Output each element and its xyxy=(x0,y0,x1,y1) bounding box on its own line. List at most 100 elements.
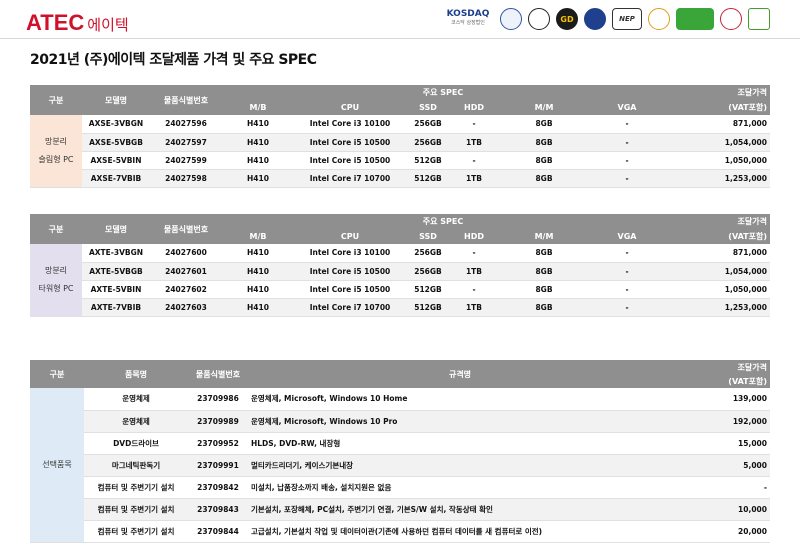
col-price-bottom: (VAT포함) xyxy=(664,229,770,244)
col-id: 물품식별번호 xyxy=(150,214,222,244)
price-cell: 1,054,000 xyxy=(664,133,770,152)
mm-cell: 8GB xyxy=(498,115,590,134)
gd-mark-icon: GD xyxy=(556,8,578,30)
group-label: 선택품목 xyxy=(30,388,84,543)
id-cell: 23709989 xyxy=(188,410,248,433)
vga-cell: - xyxy=(590,115,664,134)
spec-cell: 멀티카드리더기, 케이스기본내장 xyxy=(248,454,672,477)
page-title: 2021년 (주)에이텍 조달제품 가격 및 주요 SPEC xyxy=(30,52,317,68)
spec-cell: 기본설치, 포장해체, PC설치, 주변기기 연결, 기본S/W 설치, 작동상… xyxy=(248,498,672,521)
group-label: 망분리 타워형 PC xyxy=(30,244,82,317)
cert-seal-icon xyxy=(500,8,522,30)
mm-cell: 8GB xyxy=(498,298,590,317)
hdd-cell: - xyxy=(450,280,498,299)
table-row: 망분리 타워형 PC AXTE-3VBGN 24027600 H410 Intel… xyxy=(30,244,770,317)
id-cell: 24027603 xyxy=(150,298,222,317)
kosdaq-badge: KOSDAQ 코스닥 상장법인 xyxy=(446,9,490,27)
hdd-cell: - xyxy=(450,115,498,134)
price-cell: 1,054,000 xyxy=(664,262,770,281)
logo-korean: 에이텍 xyxy=(87,16,129,34)
model-cell: AXSE-3VBGN xyxy=(82,115,150,134)
table-row: AXSE-7VBIB 24027598 H410 Intel Core i7 1… xyxy=(30,169,770,188)
id-cell: 23709952 xyxy=(188,432,248,455)
col-item: 품목명 xyxy=(84,360,188,388)
col-mb: M/B xyxy=(222,100,294,115)
id-cell: 23709843 xyxy=(188,498,248,521)
table-row: AXTE-5VBGB 24027601 H410 Intel Core i5 1… xyxy=(30,262,770,281)
id-cell: 23709986 xyxy=(188,388,248,411)
price-cell: 5,000 xyxy=(672,454,770,477)
patent-mark-icon xyxy=(720,8,742,30)
hdd-cell: - xyxy=(450,244,498,263)
vga-cell: - xyxy=(590,169,664,188)
mm-cell: 8GB xyxy=(498,151,590,170)
mb-cell: H410 xyxy=(222,244,294,263)
price-cell: - xyxy=(672,476,770,499)
col-hdd: HDD xyxy=(450,100,498,115)
spec-cell: HLDS, DVD-RW, 내장형 xyxy=(248,432,672,455)
cpu-cell: Intel Core i3 10100 xyxy=(294,115,406,134)
table-row: 컴퓨터 및 주변기기 설치 23709844 고급설치, 기본설치 작업 및 데… xyxy=(30,520,770,543)
nep-mark-icon: NEP xyxy=(612,8,642,30)
cpu-cell: Intel Core i5 10500 xyxy=(294,133,406,152)
item-cell: 운영체제 xyxy=(84,388,188,411)
price-cell: 871,000 xyxy=(664,244,770,263)
table-row: AXTE-7VBIB 24027603 H410 Intel Core i7 1… xyxy=(30,298,770,317)
price-cell: 139,000 xyxy=(672,388,770,411)
col-group: 구분 xyxy=(30,214,82,244)
item-cell: 컴퓨터 및 주변기기 설치 xyxy=(84,520,188,543)
col-id: 물품식별번호 xyxy=(150,85,222,115)
spec-cell: 운영체제, Microsoft, Windows 10 Pro xyxy=(248,410,672,433)
price-cell: 1,253,000 xyxy=(664,169,770,188)
logo-mark: ATEC xyxy=(26,10,85,35)
id-cell: 24027602 xyxy=(150,280,222,299)
col-mb: M/B xyxy=(222,229,294,244)
col-cpu: CPU xyxy=(294,100,406,115)
mm-cell: 8GB xyxy=(498,280,590,299)
tower-pc-spec-table: 구분 모델명 물품식별번호 주요 SPEC 조달가격 M/B CPU SSD H… xyxy=(30,214,770,317)
item-cell: 마그네틱판독기 xyxy=(84,454,188,477)
spec-cell: 운영체제, Microsoft, Windows 10 Home xyxy=(248,388,672,411)
table-row: AXTE-5VBIN 24027602 H410 Intel Core i5 1… xyxy=(30,280,770,299)
slim-pc-spec-table: 구분 모델명 물품식별번호 주요 SPEC 조달가격 M/B CPU SSD H… xyxy=(30,85,770,188)
id-cell: 24027597 xyxy=(150,133,222,152)
model-cell: AXTE-3VBGN xyxy=(82,244,150,263)
id-cell: 23709991 xyxy=(188,454,248,477)
spec-cell: 미설치, 납품장소까지 배송, 설치지원은 없음 xyxy=(248,476,672,499)
model-cell: AXTE-7VBIB xyxy=(82,298,150,317)
mb-cell: H410 xyxy=(222,169,294,188)
col-group: 구분 xyxy=(30,360,84,388)
id-cell: 24027599 xyxy=(150,151,222,170)
vga-cell: - xyxy=(590,133,664,152)
model-cell: AXTE-5VBIN xyxy=(82,280,150,299)
mm-cell: 8GB xyxy=(498,133,590,152)
cpu-cell: Intel Core i5 10500 xyxy=(294,262,406,281)
model-cell: AXSE-7VBIB xyxy=(82,169,150,188)
price-cell: 15,000 xyxy=(672,432,770,455)
id-cell: 24027600 xyxy=(150,244,222,263)
col-vga: VGA xyxy=(590,100,664,115)
id-cell: 23709844 xyxy=(188,520,248,543)
item-cell: 운영체제 xyxy=(84,410,188,433)
ssd-cell: 256GB xyxy=(406,133,450,152)
atec-logo[interactable]: ATEC 에이텍 xyxy=(26,10,129,36)
cert-emblem-icon xyxy=(528,8,550,30)
model-cell: AXTE-5VBGB xyxy=(82,262,150,281)
table-row: 마그네틱판독기 23709991 멀티카드리더기, 케이스기본내장 5,000 xyxy=(30,454,770,477)
mb-cell: H410 xyxy=(222,280,294,299)
ssd-cell: 256GB xyxy=(406,244,450,263)
col-spec: 규격명 xyxy=(248,360,672,388)
col-price-bottom: (VAT포함) xyxy=(664,100,770,115)
price-cell: 1,050,000 xyxy=(664,151,770,170)
vga-cell: - xyxy=(590,298,664,317)
cpu-cell: Intel Core i3 10100 xyxy=(294,244,406,263)
price-cell: 1,253,000 xyxy=(664,298,770,317)
model-cell: AXSE-5VBIN xyxy=(82,151,150,170)
item-cell: 컴퓨터 및 주변기기 설치 xyxy=(84,476,188,499)
item-cell: 컴퓨터 및 주변기기 설치 xyxy=(84,498,188,521)
table-row: 선택품목 운영체제 23709986 운영체제, Microsoft, Wind… xyxy=(30,388,770,543)
cpu-cell: Intel Core i5 10500 xyxy=(294,280,406,299)
price-cell: 1,050,000 xyxy=(664,280,770,299)
table-row: 컴퓨터 및 주변기기 설치 23709842 미설치, 납품장소까지 배송, 설… xyxy=(30,476,770,499)
price-cell: 192,000 xyxy=(672,410,770,433)
